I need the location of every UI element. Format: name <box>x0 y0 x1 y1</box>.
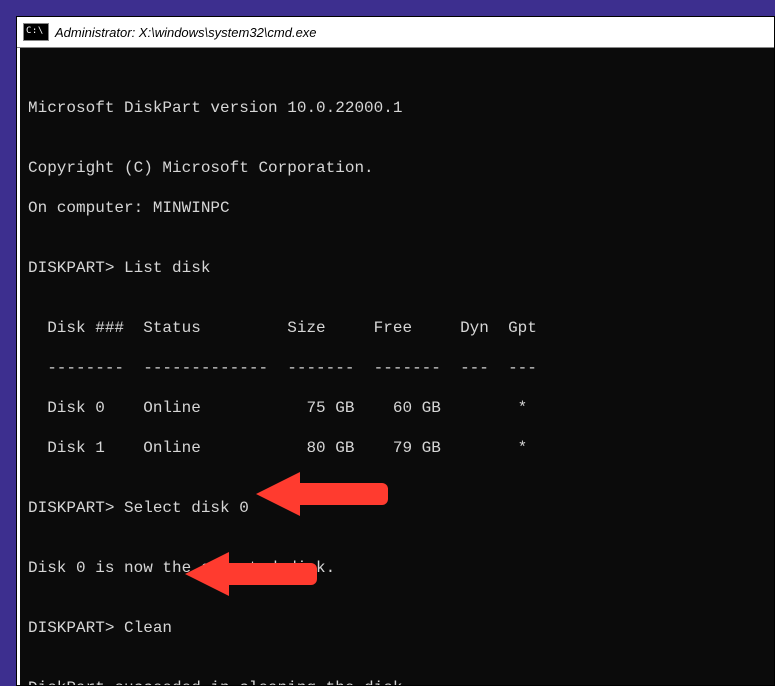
term-line: Disk 0 is now the selected disk. <box>28 558 774 578</box>
term-line: Disk ### Status Size Free Dyn Gpt <box>28 318 774 338</box>
term-line: Microsoft DiskPart version 10.0.22000.1 <box>28 98 774 118</box>
term-line: DISKPART> Clean <box>28 618 774 638</box>
terminal-output[interactable]: Microsoft DiskPart version 10.0.22000.1 … <box>20 48 774 685</box>
cmd-window: C:\ Administrator: X:\windows\system32\c… <box>16 16 775 686</box>
window-title: Administrator: X:\windows\system32\cmd.e… <box>55 25 317 40</box>
term-line: DiskPart succeeded in cleaning the disk. <box>28 678 774 685</box>
term-line: Disk 0 Online 75 GB 60 GB * <box>28 398 774 418</box>
term-line: DISKPART> Select disk 0 <box>28 498 774 518</box>
term-line: Disk 1 Online 80 GB 79 GB * <box>28 438 774 458</box>
term-line: -------- ------------- ------- ------- -… <box>28 358 774 378</box>
titlebar[interactable]: C:\ Administrator: X:\windows\system32\c… <box>17 17 774 48</box>
term-line: On computer: MINWINPC <box>28 198 774 218</box>
cmd-icon: C:\ <box>23 23 49 41</box>
term-line: Copyright (C) Microsoft Corporation. <box>28 158 774 178</box>
term-line: DISKPART> List disk <box>28 258 774 278</box>
